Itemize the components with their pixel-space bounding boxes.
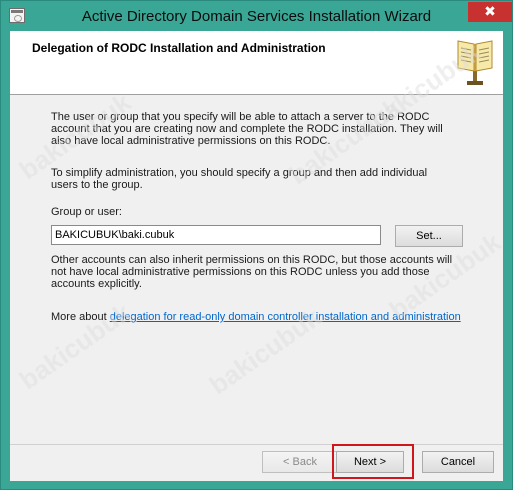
window-frame-left (1, 31, 10, 489)
wizard-content: The user or group that you specify will … (10, 95, 503, 445)
footer-separator (10, 444, 503, 445)
cancel-button[interactable]: Cancel (422, 451, 494, 473)
delegation-help-link[interactable]: delegation for read-only domain controll… (110, 311, 461, 323)
simplify-text: To simplify administration, you should s… (51, 167, 428, 191)
wizard-window: Active Directory Domain Services Install… (0, 0, 513, 490)
back-button[interactable]: < Back (262, 451, 338, 473)
intro-text: The user or group that you specify will … (51, 111, 443, 147)
wizard-client-area: Delegation of RODC Installation and Admi… (10, 31, 503, 481)
close-button[interactable]: ✖ (468, 2, 512, 22)
window-title: Active Directory Domain Services Install… (81, 8, 432, 25)
page-title: Delegation of RODC Installation and Admi… (32, 41, 326, 55)
more-about-text: More about (51, 311, 110, 323)
window-frame-right (503, 31, 512, 489)
set-button[interactable]: Set... (395, 225, 463, 247)
group-or-user-label: Group or user: (51, 206, 122, 218)
other-accounts-text: Other accounts can also inherit permissi… (51, 254, 453, 290)
more-about-line: More about delegation for read-only doma… (51, 311, 471, 323)
next-button-highlight (332, 444, 414, 479)
window-frame-bottom (1, 481, 512, 489)
wizard-header: Delegation of RODC Installation and Admi… (10, 31, 503, 95)
book-icon (457, 40, 493, 85)
group-or-user-input[interactable] (51, 225, 381, 245)
title-bar[interactable]: Active Directory Domain Services Install… (1, 1, 512, 31)
